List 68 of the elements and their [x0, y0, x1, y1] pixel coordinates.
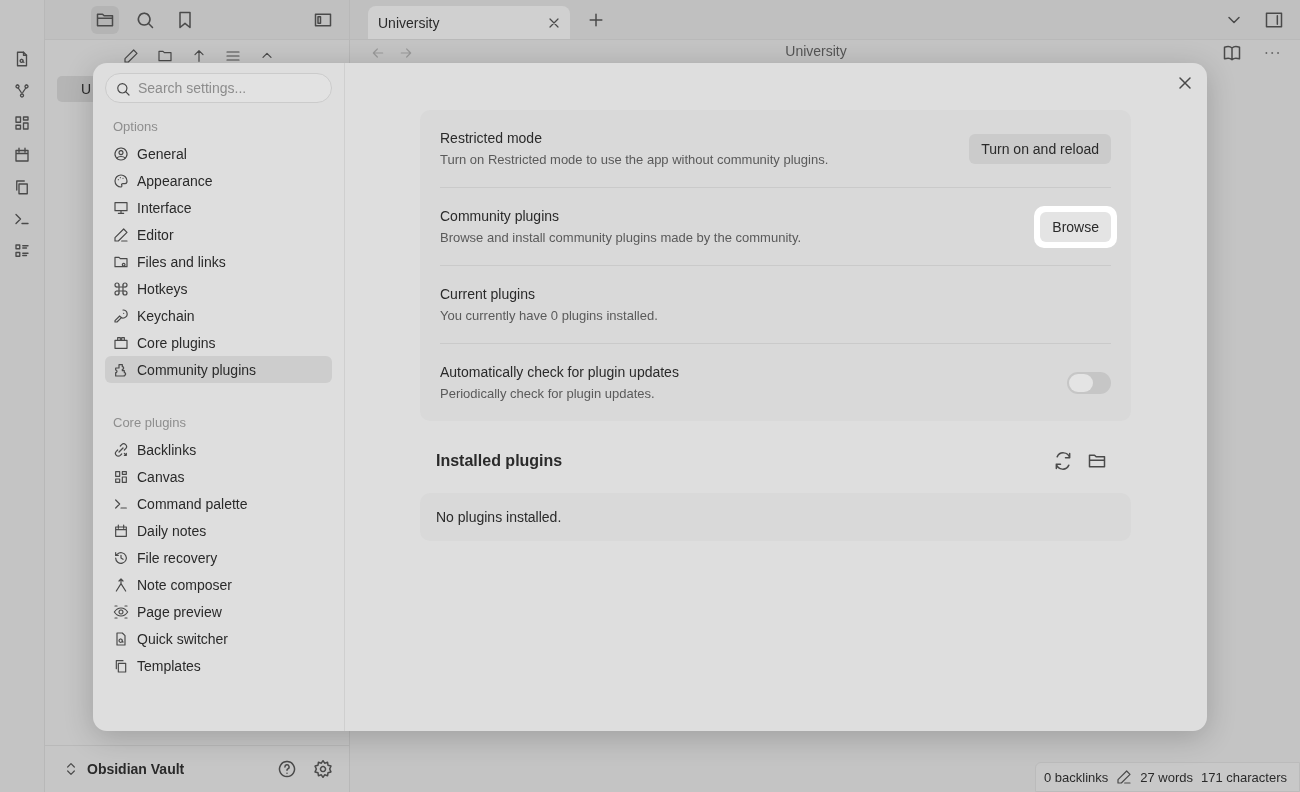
- setting-name: Current plugins: [440, 286, 536, 302]
- settings-nav-item[interactable]: Interface: [105, 194, 332, 221]
- settings-nav-item[interactable]: Files and links: [105, 248, 332, 275]
- nav-icon: [113, 307, 129, 324]
- backlinks-count: 0 backlinks: [1043, 769, 1109, 785]
- graph-icon[interactable]: [13, 82, 31, 100]
- setting-description: Turn on Restricted mode to use the app without community plugins.: [440, 152, 830, 167]
- settings-nav-item[interactable]: Note composer: [105, 571, 332, 598]
- nav-icon: [113, 280, 129, 297]
- search-field[interactable]: Search settings...: [105, 73, 332, 103]
- settings-nav-item[interactable]: Hotkeys: [105, 275, 332, 302]
- settings-nav-item[interactable]: Canvas: [105, 463, 332, 490]
- settings-nav-item[interactable]: Page preview: [105, 598, 332, 625]
- settings-nav-item[interactable]: File recovery: [105, 544, 332, 571]
- nav-icon: [113, 199, 129, 216]
- pencil-icon[interactable]: [1116, 769, 1133, 785]
- empty-message: No plugins installed.: [436, 509, 562, 525]
- vault-name[interactable]: Obsidian Vault: [87, 761, 185, 777]
- nav-icon: [113, 603, 129, 620]
- setting-description: Browse and install community plugins made by the community.: [440, 230, 803, 245]
- toggle-switch[interactable]: [1067, 371, 1111, 394]
- nav-icon: [113, 468, 129, 485]
- group-heading: Core plugins: [112, 414, 187, 432]
- list-icon[interactable]: [13, 242, 31, 260]
- settings-nav-item[interactable]: Templates: [105, 652, 332, 679]
- setting-name: Community plugins: [440, 208, 561, 224]
- setting-button[interactable]: Browse: [1040, 211, 1111, 242]
- settings-nav-item[interactable]: Daily notes: [105, 517, 332, 544]
- note-title: University: [785, 43, 847, 59]
- nav-icon: [113, 657, 129, 674]
- list-icon[interactable]: [225, 48, 241, 64]
- setting-name: Restricted mode: [440, 130, 543, 146]
- settings-nav-item[interactable]: Keychain: [105, 302, 332, 329]
- nav-icon: [113, 630, 129, 647]
- grid-icon[interactable]: [13, 114, 31, 132]
- arrow-up-icon[interactable]: [191, 48, 207, 64]
- settings-nav-item[interactable]: Community plugins: [105, 356, 332, 383]
- setting-description: You currently have 0 plugins installed.: [440, 308, 659, 323]
- settings-nav-item[interactable]: General: [105, 140, 332, 167]
- calendar-icon[interactable]: [13, 146, 31, 164]
- nav-icon: [113, 441, 129, 458]
- nav-icon: [113, 361, 129, 378]
- section-heading: Installed plugins: [436, 452, 564, 470]
- pencil-icon[interactable]: [123, 48, 139, 64]
- settings-nav-item[interactable]: Core plugins: [105, 329, 332, 356]
- folder-icon[interactable]: [157, 48, 173, 64]
- setting-button[interactable]: Turn on and reload: [969, 133, 1111, 164]
- group-heading: Options: [112, 118, 159, 136]
- copy-icon[interactable]: [13, 178, 31, 196]
- setting-name: Automatically check for plugin updates: [440, 364, 680, 380]
- tab[interactable]: University: [368, 6, 570, 39]
- folder-icon[interactable]: [91, 5, 119, 34]
- nav-icon: [113, 226, 129, 243]
- character-count: 171 characters: [1201, 769, 1287, 785]
- settings-nav-item[interactable]: Appearance: [105, 167, 332, 194]
- settings-nav-item[interactable]: Backlinks: [105, 436, 332, 463]
- nav-icon: [113, 549, 129, 566]
- settings-nav-item[interactable]: Editor: [105, 221, 332, 248]
- nav-icon: [113, 334, 129, 351]
- nav-icon: [113, 145, 129, 162]
- nav-icon: [113, 522, 129, 539]
- nav-icon: [113, 172, 129, 189]
- settings-nav-item[interactable]: Command palette: [105, 490, 332, 517]
- settings-nav-item[interactable]: Quick switcher: [105, 625, 332, 652]
- word-count: 27 words: [1140, 769, 1193, 785]
- setting-description: Periodically check for plugin updates.: [440, 386, 656, 401]
- nav-icon: [113, 576, 129, 593]
- search-icon: [115, 81, 131, 97]
